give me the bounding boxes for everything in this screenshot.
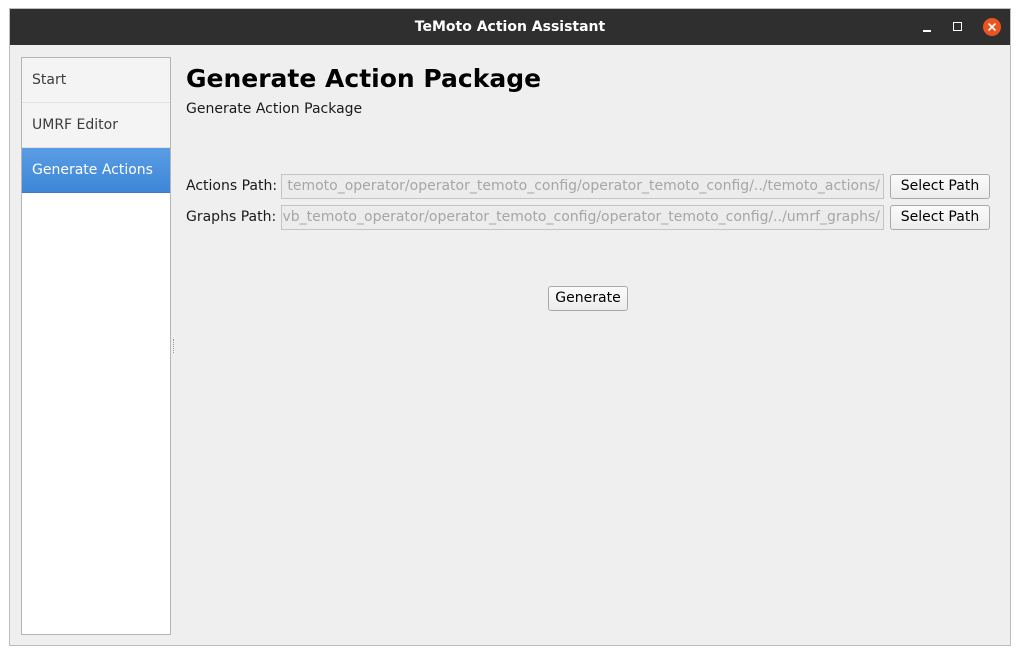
app-window: TeMoto Action Assistant Start UMRF Edito… <box>9 8 1011 646</box>
sidebar-item-start[interactable]: Start <box>22 58 170 103</box>
graphs-select-path-button[interactable]: Select Path <box>890 205 990 230</box>
minimize-icon <box>923 30 931 32</box>
title-bar[interactable]: TeMoto Action Assistant <box>10 9 1010 45</box>
sidebar-item-label: Generate Actions <box>32 162 153 178</box>
button-label: Select Path <box>900 178 980 194</box>
graphs-path-value: vb_temoto_operator/operator_temoto_confi… <box>282 209 880 225</box>
close-icon <box>983 18 1001 36</box>
actions-select-path-button[interactable]: Select Path <box>890 174 990 199</box>
maximize-button[interactable] <box>948 17 968 37</box>
button-label: Generate <box>555 290 621 306</box>
page-subtitle: Generate Action Package <box>186 101 363 117</box>
window-title: TeMoto Action Assistant <box>414 19 606 35</box>
button-label: Select Path <box>900 209 980 225</box>
close-button[interactable] <box>982 17 1002 37</box>
generate-button[interactable]: Generate <box>548 286 628 311</box>
sidebar-item-label: UMRF Editor <box>32 117 118 133</box>
maximize-icon <box>953 22 962 31</box>
actions-path-field[interactable]: temoto_operator/operator_temoto_config/o… <box>281 174 884 199</box>
actions-path-value: temoto_operator/operator_temoto_config/o… <box>287 178 880 194</box>
actions-path-label: Actions Path: <box>186 178 278 194</box>
page-title: Generate Action Package <box>186 64 542 93</box>
graphs-path-label: Graphs Path: <box>186 209 277 225</box>
splitter-handle[interactable] <box>173 339 176 353</box>
minimize-button[interactable] <box>917 17 937 37</box>
sidebar-item-label: Start <box>32 72 67 88</box>
sidebar-item-generate-actions[interactable]: Generate Actions <box>22 148 170 193</box>
graphs-path-field[interactable]: vb_temoto_operator/operator_temoto_confi… <box>281 205 884 230</box>
sidebar-item-umrf-editor[interactable]: UMRF Editor <box>22 103 170 148</box>
sidebar: Start UMRF Editor Generate Actions <box>21 57 171 635</box>
